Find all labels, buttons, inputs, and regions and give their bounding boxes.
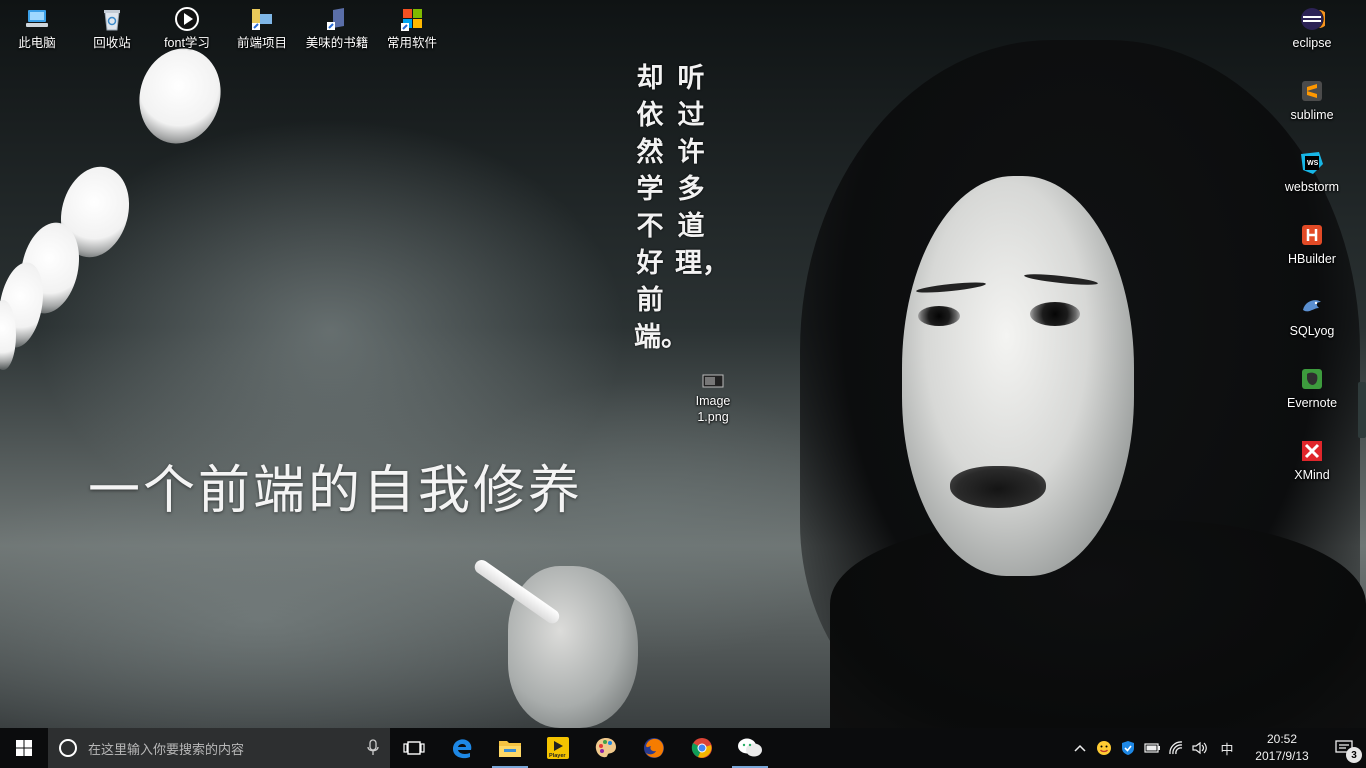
desktop-icon-label: 此电脑 bbox=[18, 36, 56, 50]
desktop-icon-recycle-bin[interactable]: 回收站 bbox=[75, 6, 149, 51]
shield-icon bbox=[1122, 741, 1134, 755]
wifi-icon bbox=[1169, 741, 1183, 755]
desktop-icon-evernote[interactable]: Evernote bbox=[1275, 366, 1349, 411]
cortana-icon bbox=[59, 739, 77, 757]
desktop-file-image1[interactable]: Image 1.png bbox=[676, 372, 750, 425]
recycle-bin-icon bbox=[99, 6, 125, 32]
desktop-file-label: Image 1.png bbox=[695, 394, 731, 424]
sqlyog-icon bbox=[1299, 294, 1325, 320]
start-button[interactable] bbox=[0, 728, 48, 768]
bokeh-light bbox=[128, 39, 232, 153]
evernote-icon bbox=[1299, 366, 1325, 392]
desktop-icon-webstorm[interactable]: WS webstorm bbox=[1275, 150, 1349, 195]
desktop-icon-hbuilder[interactable]: HBuilder bbox=[1275, 222, 1349, 267]
smiley-icon bbox=[1097, 741, 1111, 755]
battery-icon bbox=[1144, 743, 1160, 753]
portrait-lips bbox=[950, 466, 1046, 508]
taskbar: 在这里输入你要搜索的内容 Player 中 20:52 2017/9/13 3 bbox=[0, 728, 1366, 768]
search-placeholder: 在这里输入你要搜索的内容 bbox=[88, 742, 245, 758]
portrait-face bbox=[902, 176, 1134, 576]
chrome-icon bbox=[691, 738, 712, 758]
xmind-icon bbox=[1299, 438, 1325, 464]
taskbar-app-firefox[interactable] bbox=[630, 728, 678, 768]
show-hidden-icons-button[interactable] bbox=[1068, 728, 1092, 768]
windows-logo-icon bbox=[16, 740, 32, 756]
input-method-indicator[interactable]: 中 bbox=[1212, 728, 1242, 768]
image-file-icon bbox=[701, 372, 725, 390]
computer-icon bbox=[24, 6, 50, 32]
taskbar-app-potplayer[interactable]: Player bbox=[534, 728, 582, 768]
desktop-icon-label: 美味的书籍 bbox=[305, 36, 369, 50]
tray-app-emoji[interactable] bbox=[1092, 728, 1116, 768]
portrait-coat bbox=[830, 520, 1366, 728]
windows-shortcut-icon bbox=[399, 6, 425, 32]
eclipse-icon bbox=[1299, 6, 1328, 32]
tray-volume[interactable] bbox=[1188, 728, 1212, 768]
desktop-icon-label: eclipse bbox=[1292, 36, 1332, 50]
desktop-icon-frontend-projects[interactable]: 前端项目 bbox=[225, 6, 299, 51]
sublime-icon bbox=[1299, 78, 1325, 104]
desktop-icon-font-study[interactable]: font学习 bbox=[150, 6, 224, 51]
desktop-icon-label: XMind bbox=[1294, 468, 1330, 482]
edge-scroll-indicator bbox=[1358, 382, 1366, 438]
edge-icon bbox=[453, 739, 472, 759]
desktop-icon-label: SQLyog bbox=[1289, 324, 1335, 338]
desktop-icon-eclipse[interactable]: eclipse bbox=[1275, 6, 1349, 51]
clock-time: 20:52 bbox=[1266, 732, 1298, 746]
desktop-icon-label: 前端项目 bbox=[236, 36, 287, 50]
task-view-icon bbox=[403, 741, 425, 755]
action-center-button[interactable]: 3 bbox=[1322, 728, 1366, 768]
hbuilder-icon bbox=[1299, 222, 1325, 248]
desktop-icon-sublime[interactable]: sublime bbox=[1275, 78, 1349, 123]
taskbar-clock[interactable]: 20:52 2017/9/13 bbox=[1242, 731, 1322, 765]
desktop-icon-label: Evernote bbox=[1286, 396, 1338, 410]
desktop-icon-this-pc[interactable]: 此电脑 bbox=[0, 6, 74, 51]
task-view-button[interactable] bbox=[390, 728, 438, 768]
book-shortcut-icon bbox=[324, 6, 350, 32]
desktop-icon-tasty-books[interactable]: 美味的书籍 bbox=[300, 6, 374, 51]
tray-battery[interactable] bbox=[1140, 728, 1164, 768]
desktop-icon-label: 常用软件 bbox=[386, 36, 437, 50]
speaker-icon bbox=[1192, 741, 1207, 755]
tray-network[interactable] bbox=[1164, 728, 1188, 768]
desktop-icon-xmind[interactable]: XMind bbox=[1275, 438, 1349, 483]
chevron-up-icon bbox=[1074, 744, 1086, 752]
desktop-wallpaper: 听过许多道理， 却依然学不好前端。 一个前端的自我修养 bbox=[0, 0, 1366, 728]
webstorm-icon: WS bbox=[1299, 150, 1325, 176]
notification-count-badge: 3 bbox=[1346, 747, 1362, 763]
desktop-icon-sqlyog[interactable]: SQLyog bbox=[1275, 294, 1349, 339]
portrait-eye bbox=[1030, 302, 1080, 326]
clock-date: 2017/9/13 bbox=[1255, 749, 1309, 763]
desktop-icon-label: webstorm bbox=[1284, 180, 1340, 194]
taskbar-app-wechat[interactable] bbox=[726, 728, 774, 768]
palette-icon bbox=[595, 738, 616, 758]
play-circle-icon bbox=[174, 6, 200, 32]
taskbar-search-box[interactable]: 在这里输入你要搜索的内容 bbox=[48, 728, 390, 768]
tray-app-security[interactable] bbox=[1116, 728, 1140, 768]
system-tray: 中 20:52 2017/9/13 3 bbox=[1068, 728, 1366, 768]
firefox-icon bbox=[644, 738, 664, 758]
svg-text:Player: Player bbox=[549, 753, 566, 759]
folder-shortcut-icon bbox=[249, 6, 275, 32]
svg-text:WS: WS bbox=[1307, 160, 1319, 167]
poem-right-column: 听过许多道理， bbox=[675, 63, 729, 279]
wallpaper-slogan: 一个前端的自我修养 bbox=[88, 461, 584, 521]
taskbar-app-file-explorer[interactable] bbox=[486, 728, 534, 768]
taskbar-app-chrome[interactable] bbox=[678, 728, 726, 768]
player-icon: Player bbox=[547, 737, 569, 759]
desktop-icon-label: HBuilder bbox=[1288, 252, 1336, 266]
desktop-icon-label: sublime bbox=[1290, 108, 1334, 122]
portrait-eye bbox=[918, 306, 960, 326]
taskbar-app-edge[interactable] bbox=[438, 728, 486, 768]
taskbar-app-paint[interactable] bbox=[582, 728, 630, 768]
wechat-icon bbox=[738, 738, 762, 757]
poem-left-column: 却依然学不好前端。 bbox=[634, 63, 688, 353]
microphone-icon[interactable] bbox=[366, 739, 380, 757]
desktop-icon-common-software[interactable]: 常用软件 bbox=[375, 6, 449, 51]
file-explorer-icon bbox=[499, 741, 521, 757]
desktop-icon-label: font学习 bbox=[164, 36, 210, 50]
desktop-icon-label: 回收站 bbox=[93, 36, 131, 50]
